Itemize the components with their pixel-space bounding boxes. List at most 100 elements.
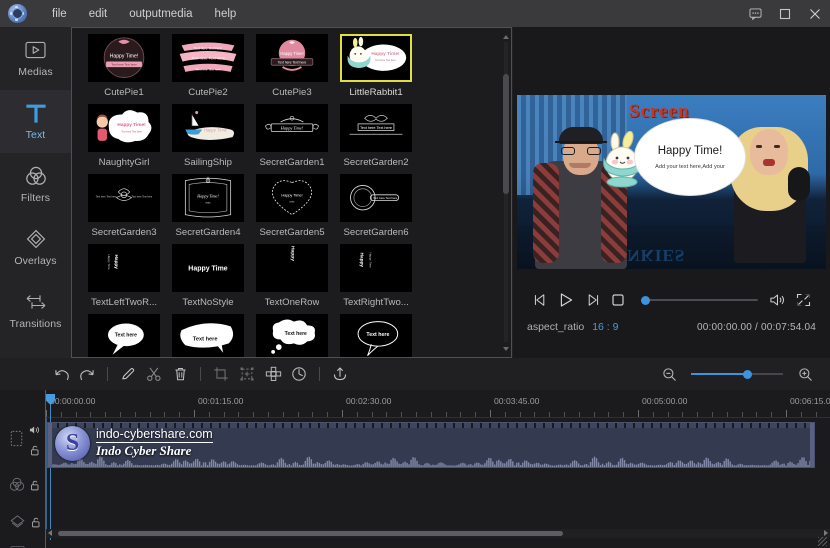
- preset-thumbnail[interactable]: Happy Time! texts: [256, 174, 328, 222]
- sidebar-item-medias[interactable]: Medias: [0, 27, 71, 90]
- text-overlay-bubble[interactable]: Happy Time! Add your text here,Add your: [635, 119, 745, 195]
- preset-thumbnail[interactable]: Happy Happy Time: [88, 244, 160, 292]
- unlock-icon[interactable]: [30, 478, 40, 496]
- svg-text:Text here Text here: Text here Text here: [373, 196, 397, 200]
- play-button[interactable]: [553, 288, 579, 312]
- edit-button[interactable]: [115, 361, 141, 387]
- presets-scrollbar[interactable]: [502, 34, 509, 352]
- preset-thumbnail[interactable]: Happy Time! Text here Text here: [88, 104, 160, 152]
- preset-thumbnail[interactable]: Happy Time!: [256, 104, 328, 152]
- volume-icon[interactable]: [764, 288, 790, 312]
- timeline-ruler[interactable]: 00:00:00.00 00:01:15.00 00:02:30.00 00:03:4…: [46, 394, 830, 418]
- mosaic-button[interactable]: [260, 361, 286, 387]
- seek-slider[interactable]: [641, 288, 758, 312]
- overlay-track-header[interactable]: [0, 510, 46, 538]
- speed-button[interactable]: [286, 361, 312, 387]
- unlock-icon[interactable]: [31, 515, 41, 533]
- scroll-up-arrow-icon[interactable]: [503, 35, 509, 39]
- aspect-ratio-value[interactable]: 16 : 9: [592, 321, 618, 333]
- preset-item-cutepie1[interactable]: Happy Time! Text here Text here CutePie1: [82, 34, 166, 98]
- preset-item-sg6[interactable]: Text here Text here SecretGarden6: [334, 174, 418, 238]
- preset-thumbnail[interactable]: Text here: [256, 314, 328, 357]
- preset-item-sg2[interactable]: Text here Text here SecretGarden2: [334, 104, 418, 168]
- maximize-icon[interactable]: [770, 0, 800, 27]
- preset-thumbnail[interactable]: Text here Text here: [340, 104, 412, 152]
- filter-track-header[interactable]: [0, 464, 46, 510]
- preset-thumbnail[interactable]: Text here: [340, 314, 412, 357]
- sidebar-item-transitions[interactable]: Transitions: [0, 279, 71, 342]
- export-button[interactable]: [327, 361, 353, 387]
- preset-item-sg3[interactable]: Text here Text here Text here Text here Se…: [82, 174, 166, 238]
- preset-thumbnail[interactable]: Happy Time!: [172, 104, 244, 152]
- preset-label: SecretGarden1: [259, 157, 325, 168]
- preset-thumbnail[interactable]: Text here Text here Text here Text here: [88, 174, 160, 222]
- preset-item-sg5[interactable]: Happy Time! texts SecretGarden5: [250, 174, 334, 238]
- preset-thumbnail[interactable]: Text here Text here Text here Text here Te…: [172, 34, 244, 82]
- preset-thumbnail[interactable]: Text here: [88, 314, 160, 357]
- feedback-icon[interactable]: [740, 0, 770, 27]
- undo-button[interactable]: [48, 361, 74, 387]
- sidebar-item-text[interactable]: Text: [0, 90, 71, 153]
- redo-button[interactable]: [74, 361, 100, 387]
- close-icon[interactable]: [800, 0, 830, 27]
- preset-item-sg1[interactable]: Happy Time! SecretGarden1: [250, 104, 334, 168]
- scrollbar-thumb[interactable]: [503, 74, 509, 194]
- text-track-header[interactable]: [0, 538, 46, 548]
- preset-item-cutepie3[interactable]: Happy Time! Text here Text here CutePie3: [250, 34, 334, 98]
- hscroll-thumb[interactable]: [58, 531, 563, 536]
- preset-thumbnail[interactable]: Text here: [172, 314, 244, 357]
- preset-thumbnail[interactable]: Happy Time! Text here Text here: [256, 34, 328, 82]
- zoom-out-icon[interactable]: [656, 361, 682, 387]
- zoom-knob[interactable]: [742, 369, 752, 379]
- fullscreen-icon[interactable]: [790, 288, 816, 312]
- preset-item-textonerow[interactable]: Happy TextOneRow: [250, 244, 334, 308]
- delete-button[interactable]: [167, 361, 193, 387]
- preset-thumbnail[interactable]: Happy Time! Text here Text here: [340, 34, 412, 82]
- menu-item-help[interactable]: help: [204, 4, 248, 24]
- resize-button[interactable]: [234, 361, 260, 387]
- preset-item-textnostyle[interactable]: Happy Time TextNoStyle: [166, 244, 250, 308]
- preset-thumbnail[interactable]: Happy Time: [172, 244, 244, 292]
- clip-trim-handle-left[interactable]: [48, 423, 52, 467]
- preset-item-textstyle1[interactable]: Text hereTextStyle1: [82, 314, 166, 357]
- preset-item-littlerabbit1[interactable]: Happy Time! Text here Text here LittleRabb…: [334, 34, 418, 98]
- svg-text:Happy Time!: Happy Time!: [280, 126, 304, 131]
- video-track-header[interactable]: [0, 418, 46, 464]
- preset-item-textrighttworow[interactable]: Happy Happy Time TextRightTwo...: [334, 244, 418, 308]
- seek-knob[interactable]: [641, 295, 650, 305]
- preset-item-textstyle4[interactable]: Text hereTextStyle4: [334, 314, 418, 357]
- stop-button[interactable]: [605, 288, 631, 312]
- crop-button[interactable]: [208, 361, 234, 387]
- timeline-horizontal-scrollbar[interactable]: [46, 529, 830, 538]
- preset-thumbnail[interactable]: Happy Time! texts: [172, 174, 244, 222]
- preset-thumbnail[interactable]: Happy Happy Time: [340, 244, 412, 292]
- preset-item-cutepie2[interactable]: Text here Text here Text here Text here Te…: [166, 34, 250, 98]
- preset-item-textstyle2[interactable]: Text hereTextStyle2: [166, 314, 250, 357]
- preset-item-sg4[interactable]: Happy Time! texts SecretGarden4: [166, 174, 250, 238]
- video-preview[interactable]: Screen MUNKIES Happy Time! Add your text…: [517, 95, 826, 269]
- menu-item-file[interactable]: file: [41, 4, 78, 24]
- menu-item-outputmedia[interactable]: outputmedia: [118, 4, 203, 24]
- scroll-left-arrow-icon[interactable]: [48, 530, 52, 536]
- preset-item-sailingship[interactable]: Happy Time! SailingShip: [166, 104, 250, 168]
- preset-item-textstyle3[interactable]: Text hereTextStyle3: [250, 314, 334, 357]
- preset-thumbnail[interactable]: Happy: [256, 244, 328, 292]
- next-frame-button[interactable]: [579, 288, 605, 312]
- previous-frame-button[interactable]: [527, 288, 553, 312]
- preset-thumbnail[interactable]: Text here Text here: [340, 174, 412, 222]
- zoom-in-icon[interactable]: [792, 361, 818, 387]
- preset-item-naughtygirl[interactable]: Happy Time! Text here Text here NaughtyGir…: [82, 104, 166, 168]
- sidebar-item-filters[interactable]: Filters: [0, 153, 71, 216]
- scroll-right-arrow-icon[interactable]: [824, 530, 828, 536]
- unlock-icon[interactable]: [30, 443, 40, 461]
- preset-thumbnail[interactable]: Happy Time! Text here Text here: [88, 34, 160, 82]
- clip-trim-handle-right[interactable]: [810, 423, 814, 467]
- preset-item-textlefttworow[interactable]: Happy Happy Time TextLeftTwoR...: [82, 244, 166, 308]
- volume-icon[interactable]: [29, 422, 40, 440]
- split-button[interactable]: [141, 361, 167, 387]
- zoom-slider[interactable]: [691, 367, 783, 381]
- scroll-down-arrow-icon[interactable]: [503, 347, 509, 351]
- sidebar-item-overlays[interactable]: Overlays: [0, 216, 71, 279]
- resize-grip[interactable]: [818, 537, 827, 546]
- menu-item-edit[interactable]: edit: [78, 4, 119, 24]
